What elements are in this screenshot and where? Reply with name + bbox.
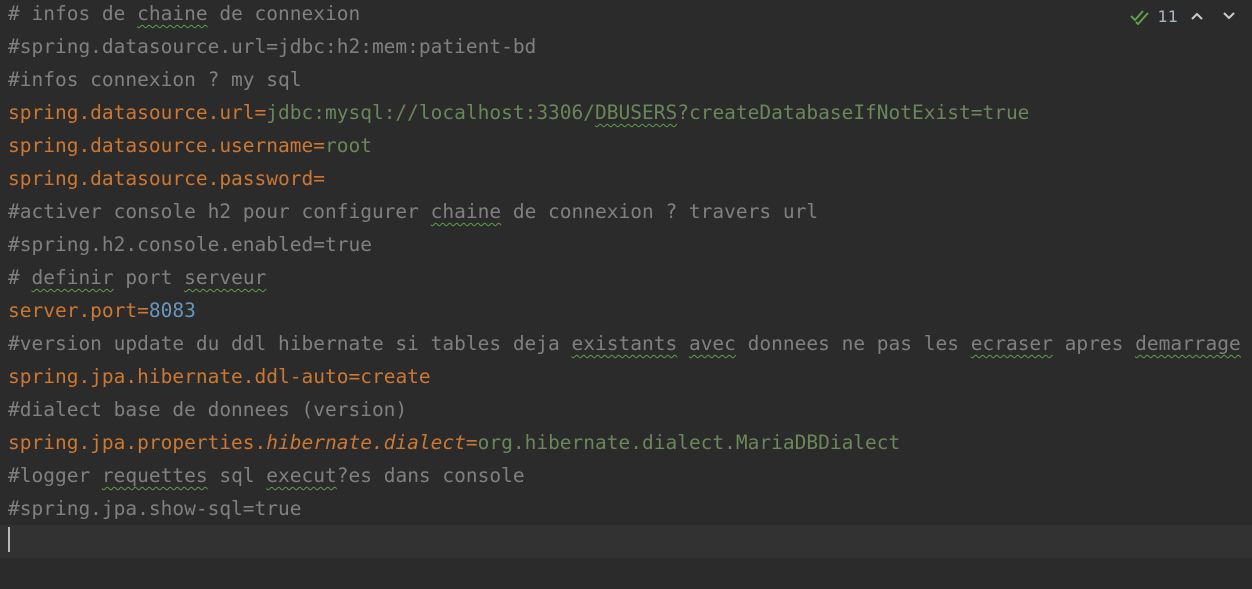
code-line[interactable]: #version update du ddl hibernate si tabl… bbox=[0, 327, 1252, 360]
code-token: de connexion bbox=[207, 2, 361, 25]
code-token: ?es dans console bbox=[336, 464, 525, 487]
code-token: spring.datasource.password bbox=[8, 167, 314, 190]
code-token: = bbox=[254, 101, 267, 124]
code-line[interactable]: #logger requettes sql execut?es dans con… bbox=[0, 459, 1252, 492]
code-token: #spring.jpa.show-sql=true bbox=[8, 497, 302, 520]
code-token: root bbox=[325, 134, 372, 157]
code-line[interactable]: #spring.h2.console.enabled=true bbox=[0, 228, 1252, 261]
code-token: de connexion ? travers url bbox=[501, 200, 819, 223]
code-line[interactable]: # definir port serveur bbox=[0, 261, 1252, 294]
code-line[interactable]: spring.datasource.username=root bbox=[0, 129, 1252, 162]
code-token: server.port bbox=[8, 299, 138, 322]
code-line[interactable]: spring.datasource.url=jdbc:mysql://local… bbox=[0, 96, 1252, 129]
inspection-widget: 11 bbox=[1129, 4, 1242, 28]
code-line[interactable]: spring.datasource.password= bbox=[0, 162, 1252, 195]
code-token: #spring.h2.console.enabled=true bbox=[8, 233, 372, 256]
code-token: DBUSERS bbox=[595, 101, 678, 124]
code-token: spring.jpa.hibernate.ddl-auto bbox=[8, 365, 349, 388]
code-token: create bbox=[360, 365, 431, 388]
code-token: execut bbox=[266, 464, 337, 487]
code-token: hibernate.dialect bbox=[266, 431, 466, 454]
code-token: = bbox=[137, 299, 149, 322]
chevron-up-icon[interactable] bbox=[1184, 4, 1210, 28]
code-token: apres bbox=[1052, 332, 1136, 355]
code-line[interactable]: #activer console h2 pour configurer chai… bbox=[0, 195, 1252, 228]
code-token: org.hibernate.dialect.MariaDBDialect bbox=[477, 431, 901, 454]
double-check-icon[interactable] bbox=[1129, 7, 1150, 25]
code-line[interactable]: #spring.datasource.url=jdbc:h2:mem:patie… bbox=[0, 30, 1252, 63]
code-token: #dialect base de donnees (version) bbox=[8, 398, 408, 421]
code-line[interactable]: spring.jpa.properties.hibernate.dialect=… bbox=[0, 426, 1252, 459]
code-token: jdbc:mysql://localhost:3306/ bbox=[266, 101, 596, 124]
code-token: = bbox=[313, 134, 325, 157]
code-token: # infos de bbox=[8, 2, 138, 25]
code-line[interactable]: # infos de chaine de connexion bbox=[0, 0, 1252, 30]
code-token: #activer console h2 pour configurer bbox=[8, 200, 431, 223]
code-token: = bbox=[465, 431, 478, 454]
code-token: #spring.datasource.url=jdbc:h2:mem:patie… bbox=[8, 35, 537, 58]
code-line[interactable]: #infos connexion ? my sql bbox=[0, 63, 1252, 96]
code-token: port bbox=[113, 266, 185, 289]
code-token: #logger bbox=[8, 464, 102, 487]
code-token: existants bbox=[571, 332, 678, 355]
code-token: requettes bbox=[101, 464, 208, 487]
code-token: 8083 bbox=[148, 299, 196, 322]
code-token: #infos connexion ? my sql bbox=[8, 68, 302, 91]
code-token: = bbox=[348, 365, 361, 388]
code-token: = bbox=[313, 167, 325, 190]
code-editor[interactable]: # infos de chaine de connexion #spring.da… bbox=[0, 0, 1252, 589]
code-token: spring.datasource.username bbox=[8, 134, 314, 157]
chevron-down-icon[interactable] bbox=[1216, 4, 1242, 28]
code-token: avec bbox=[688, 332, 736, 355]
code-token: spring.jpa.properties. bbox=[8, 431, 267, 454]
code-token: ?createDatabaseIfNotExist=true bbox=[677, 101, 1030, 124]
code-token: spring.datasource.url bbox=[8, 101, 255, 124]
current-code-line[interactable] bbox=[0, 525, 1252, 558]
code-token: chaine bbox=[430, 200, 502, 223]
code-line[interactable]: spring.jpa.hibernate.ddl-auto=create bbox=[0, 360, 1252, 393]
code-token: serveur bbox=[184, 266, 267, 289]
code-line[interactable]: #dialect base de donnees (version) bbox=[0, 393, 1252, 426]
code-line[interactable]: #spring.jpa.show-sql=true bbox=[0, 492, 1252, 525]
code-token: ecraser bbox=[970, 332, 1053, 355]
inspection-count[interactable]: 11 bbox=[1158, 7, 1178, 26]
code-token: chaine bbox=[137, 2, 208, 25]
code-token: definir bbox=[31, 266, 114, 289]
code-line[interactable]: server.port=8083 bbox=[0, 294, 1252, 327]
code-token: sql bbox=[207, 464, 267, 487]
code-token: donnees ne pas les bbox=[735, 332, 971, 355]
code-token: demarrage bbox=[1135, 332, 1241, 355]
text-caret bbox=[8, 527, 10, 552]
code-token: #version update du ddl hibernate si tabl… bbox=[8, 332, 572, 355]
code-token: # bbox=[8, 266, 32, 289]
